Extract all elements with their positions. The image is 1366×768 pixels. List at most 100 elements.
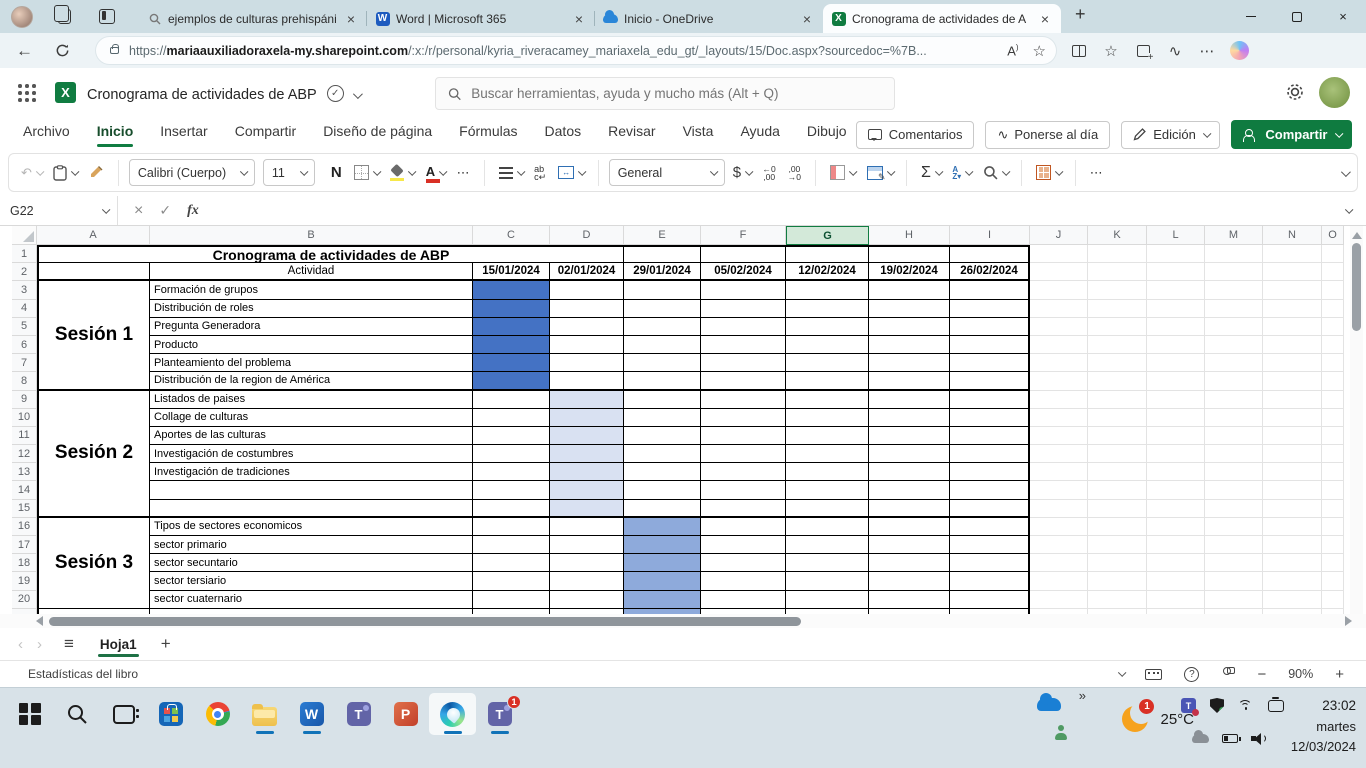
cell-B7[interactable]: Planteamiento del problema xyxy=(150,354,473,373)
window-minimize-button[interactable] xyxy=(1228,0,1274,33)
cell-C16[interactable] xyxy=(473,517,550,536)
cell-L9[interactable] xyxy=(1147,390,1205,409)
tab-close-icon[interactable]: × xyxy=(799,11,815,27)
cell-M18[interactable] xyxy=(1205,554,1263,573)
cell-H12[interactable] xyxy=(869,445,950,464)
cell-C6[interactable] xyxy=(473,335,550,355)
cell-H17[interactable] xyxy=(869,536,950,555)
cell-G19[interactable] xyxy=(786,572,869,591)
cell-B19[interactable]: sector tersiario xyxy=(150,572,473,591)
cell-F19[interactable] xyxy=(701,572,786,591)
taskbar-chrome-button[interactable] xyxy=(194,693,241,735)
cell-D10[interactable] xyxy=(550,408,624,427)
cell-C11[interactable] xyxy=(473,426,550,446)
zoom-out-button[interactable]: − xyxy=(1257,666,1266,683)
cell-B6[interactable]: Producto xyxy=(150,335,473,355)
ribbon-tab-revisar[interactable]: Revisar xyxy=(608,123,655,145)
taskbar-start-button[interactable] xyxy=(6,693,53,735)
cell-M3[interactable] xyxy=(1205,281,1263,300)
increase-decimal-button[interactable]: ←0,00 xyxy=(759,161,780,185)
split-screen-icon[interactable] xyxy=(1070,42,1088,60)
all-sheets-menu-icon[interactable]: ≡ xyxy=(64,634,74,654)
refresh-button[interactable] xyxy=(55,43,70,58)
alignment-button[interactable] xyxy=(495,163,527,183)
taskbar-clock[interactable]: 23:02 martes 12/03/2024 xyxy=(1291,696,1356,757)
taskbar-teams-button[interactable]: T xyxy=(335,693,382,735)
cell-M15[interactable] xyxy=(1205,499,1263,518)
cell-K10[interactable] xyxy=(1088,408,1147,427)
cell-D2[interactable]: 02/01/2024 xyxy=(550,263,624,282)
tab-close-icon[interactable]: × xyxy=(571,11,587,27)
cell-F2[interactable]: 05/02/2024 xyxy=(701,263,786,282)
cell-F11[interactable] xyxy=(701,426,786,446)
cell-M8[interactable] xyxy=(1205,372,1263,391)
paste-button[interactable] xyxy=(49,161,81,185)
cell-session-2[interactable]: Sesión 2 xyxy=(37,390,150,518)
cell-G20[interactable] xyxy=(786,590,869,609)
column-header-G[interactable]: G xyxy=(786,226,869,245)
cell-F13[interactable] xyxy=(701,463,786,482)
cell-E19[interactable] xyxy=(624,572,701,591)
font-name-dropdown[interactable]: Calibri (Cuerpo) xyxy=(128,159,255,186)
cell-L19[interactable] xyxy=(1147,572,1205,591)
cell-F4[interactable] xyxy=(701,299,786,318)
cell-B8[interactable]: Distribución de la region de América xyxy=(150,372,473,391)
cell-H5[interactable] xyxy=(869,317,950,336)
cell-I12[interactable] xyxy=(950,445,1030,464)
cell-B12[interactable]: Investigación de costumbres xyxy=(150,445,473,464)
excel-logo-icon[interactable]: X xyxy=(55,82,76,103)
cell-N13[interactable] xyxy=(1263,463,1322,482)
volume-icon[interactable] xyxy=(1251,732,1266,745)
cell-M9[interactable] xyxy=(1205,390,1263,409)
column-header-D[interactable]: D xyxy=(550,226,624,245)
cell-F6[interactable] xyxy=(701,335,786,355)
cell-G12[interactable] xyxy=(786,445,869,464)
row-header-15[interactable]: 15 xyxy=(12,499,37,518)
column-header-C[interactable]: C xyxy=(473,226,550,245)
cell-D7[interactable] xyxy=(550,354,624,373)
cell-H8[interactable] xyxy=(869,372,950,391)
cancel-entry-icon[interactable]: × xyxy=(134,202,143,220)
cell-E15[interactable] xyxy=(624,499,701,518)
column-header-F[interactable]: F xyxy=(701,226,786,245)
browser-tab[interactable]: ejemplos de culturas prehispánic × xyxy=(139,4,367,33)
cell-C4[interactable] xyxy=(473,299,550,318)
cell-F17[interactable] xyxy=(701,536,786,555)
cell-D16[interactable] xyxy=(550,517,624,536)
ribbon-tab-datos[interactable]: Datos xyxy=(545,123,582,145)
taskbar-teams-work-button[interactable]: T1 xyxy=(476,693,523,735)
cell-L11[interactable] xyxy=(1147,426,1205,446)
cell-N20[interactable] xyxy=(1263,590,1322,609)
cell-N7[interactable] xyxy=(1263,354,1322,373)
toolbar-more-button[interactable]: ⋯ xyxy=(1086,161,1107,185)
cell-C2[interactable]: 15/01/2024 xyxy=(473,263,550,282)
select-all-corner[interactable] xyxy=(12,226,37,245)
cell-K4[interactable] xyxy=(1088,299,1147,318)
teams-tray-icon[interactable]: T xyxy=(1181,698,1199,716)
cell-M4[interactable] xyxy=(1205,299,1263,318)
account-avatar[interactable] xyxy=(1319,77,1350,108)
cell-K14[interactable] xyxy=(1088,481,1147,500)
cell-I5[interactable] xyxy=(950,317,1030,336)
cell-B17[interactable]: sector primario xyxy=(150,536,473,555)
cell-G4[interactable] xyxy=(786,299,869,318)
prev-sheet-button[interactable]: ‹ xyxy=(18,636,23,653)
browser-tab[interactable]: Inicio - OneDrive × xyxy=(594,4,823,33)
cell-I14[interactable] xyxy=(950,481,1030,500)
cell-K13[interactable] xyxy=(1088,463,1147,482)
cell-H9[interactable] xyxy=(869,390,950,409)
cell-C8[interactable] xyxy=(473,372,550,391)
cell-E18[interactable] xyxy=(624,554,701,573)
status-chevron-icon[interactable] xyxy=(1118,668,1126,677)
cell-C12[interactable] xyxy=(473,445,550,464)
cell-D5[interactable] xyxy=(550,317,624,336)
comments-button[interactable]: Comentarios xyxy=(855,120,975,149)
cell-E4[interactable] xyxy=(624,299,701,318)
cell-D12[interactable] xyxy=(550,445,624,464)
cell-G2[interactable]: 12/02/2024 xyxy=(786,263,869,282)
cell-E3[interactable] xyxy=(624,281,701,300)
settings-gear-icon[interactable] xyxy=(1284,81,1306,103)
cell-F9[interactable] xyxy=(701,390,786,409)
wrap-text-button[interactable]: ab c↵ xyxy=(530,161,550,185)
cell-O3[interactable] xyxy=(1322,281,1344,300)
